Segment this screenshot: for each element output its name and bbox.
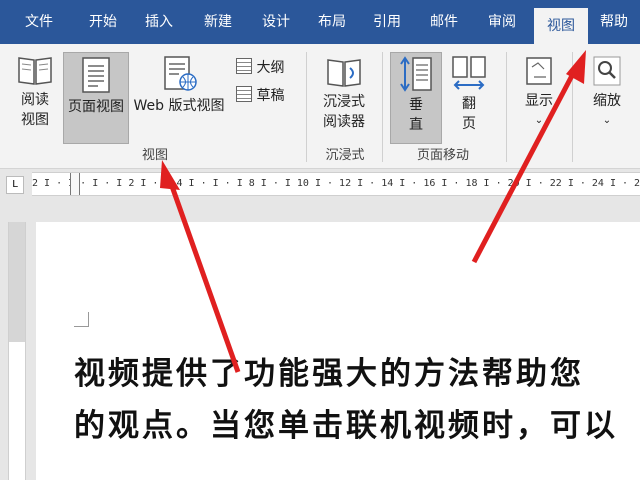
zoom-button[interactable]: 缩放 ⌄ [580, 52, 634, 142]
vertical-button[interactable]: 垂 直 [390, 52, 442, 144]
indent-marker-icon[interactable] [70, 173, 80, 195]
immersive-group-label: 沉浸式 [325, 148, 365, 163]
side-to-side-label-1: 翻 [462, 96, 476, 112]
web-layout-button[interactable]: Web 版式视图 [128, 52, 230, 142]
chevron-down-icon: ⌄ [534, 115, 544, 126]
draft-icon [236, 86, 252, 102]
outline-button[interactable]: 大纲 [236, 58, 296, 80]
tab-file[interactable]: 文件 [14, 0, 64, 44]
side-to-side-icon [452, 56, 486, 90]
show-button[interactable]: 显示 ⌄ [514, 52, 564, 142]
document-line-1: 视频提供了功能强大的方法帮助您 [74, 356, 584, 392]
show-icon [526, 57, 552, 85]
document-line-2: 的观点。当您单击联机视频时，可以 [74, 408, 618, 444]
side-to-side-button[interactable]: 翻 页 [444, 52, 494, 142]
vertical-label-2: 直 [409, 117, 423, 133]
print-layout-label: 页面视图 [68, 99, 124, 115]
outline-icon [236, 58, 252, 74]
web-page-icon [164, 56, 197, 91]
group-divider [306, 52, 307, 162]
tab-home[interactable]: 开始 [78, 0, 128, 44]
tab-mailings[interactable]: 邮件 [416, 0, 472, 44]
zoom-label: 缩放 [593, 93, 621, 109]
vertical-ruler-margin [9, 222, 25, 342]
show-label: 显示 [525, 93, 553, 109]
horizontal-ruler[interactable]: 2 I · I · I · I 2 I · I 4 I · I · I 8 I … [32, 172, 640, 196]
magnifier-icon [593, 56, 621, 86]
tab-new[interactable]: 新建 [190, 0, 246, 44]
immersive-reader-label-1: 沉浸式 [323, 94, 365, 110]
print-layout-button[interactable]: 页面视图 [63, 52, 129, 144]
document-text[interactable]: 视频提供了功能强大的方法帮助您 的观点。当您单击联机视频时，可以 [74, 348, 618, 452]
group-divider [382, 52, 383, 162]
tab-view[interactable]: 视图 [534, 8, 588, 44]
side-to-side-label-2: 页 [462, 116, 476, 132]
read-mode-label-2: 视图 [21, 112, 49, 128]
vertical-label-1: 垂 [409, 97, 423, 113]
margin-corner-mark [74, 312, 89, 327]
vertical-scroll-icon [400, 56, 432, 92]
chevron-down-icon: ⌄ [602, 115, 612, 126]
draft-label: 草稿 [256, 88, 285, 104]
tab-design[interactable]: 设计 [250, 0, 302, 44]
vertical-ruler[interactable] [8, 222, 26, 480]
tab-insert[interactable]: 插入 [134, 0, 184, 44]
book-icon [18, 57, 52, 85]
group-divider [506, 52, 507, 162]
immersive-reader-icon [327, 59, 361, 87]
view-group-label: 视图 [141, 148, 168, 163]
immersive-reader-button[interactable]: 沉浸式 阅读器 [314, 52, 374, 142]
immersive-reader-label-2: 阅读器 [323, 114, 365, 130]
web-layout-label: Web 版式视图 [133, 98, 225, 114]
page-icon [82, 57, 110, 93]
read-mode-label-1: 阅读 [21, 92, 49, 108]
outline-label: 大纲 [256, 60, 285, 76]
ruler-ticks: 2 I · I · I · I 2 I · I 4 I · I · I 8 I … [32, 178, 640, 189]
ribbon-panel: 阅读 视图 页面视图 Web 版式视图 大纲 草稿 视图 沉浸式 阅读器 沉浸式… [0, 44, 640, 169]
tab-help[interactable]: 帮助 [588, 0, 640, 44]
tab-review[interactable]: 审阅 [474, 0, 530, 44]
page-movement-group-label: 页面移动 [416, 148, 469, 163]
ribbon-tab-bar: 文件 开始 插入 新建 设计 布局 引用 邮件 审阅 视图 帮助 [0, 0, 640, 44]
group-divider [572, 52, 573, 162]
draft-button[interactable]: 草稿 [236, 86, 296, 108]
read-mode-button[interactable]: 阅读 视图 [8, 52, 62, 142]
tab-layout[interactable]: 布局 [306, 0, 358, 44]
tab-stop-selector[interactable]: L [6, 176, 24, 194]
tab-references[interactable]: 引用 [362, 0, 412, 44]
